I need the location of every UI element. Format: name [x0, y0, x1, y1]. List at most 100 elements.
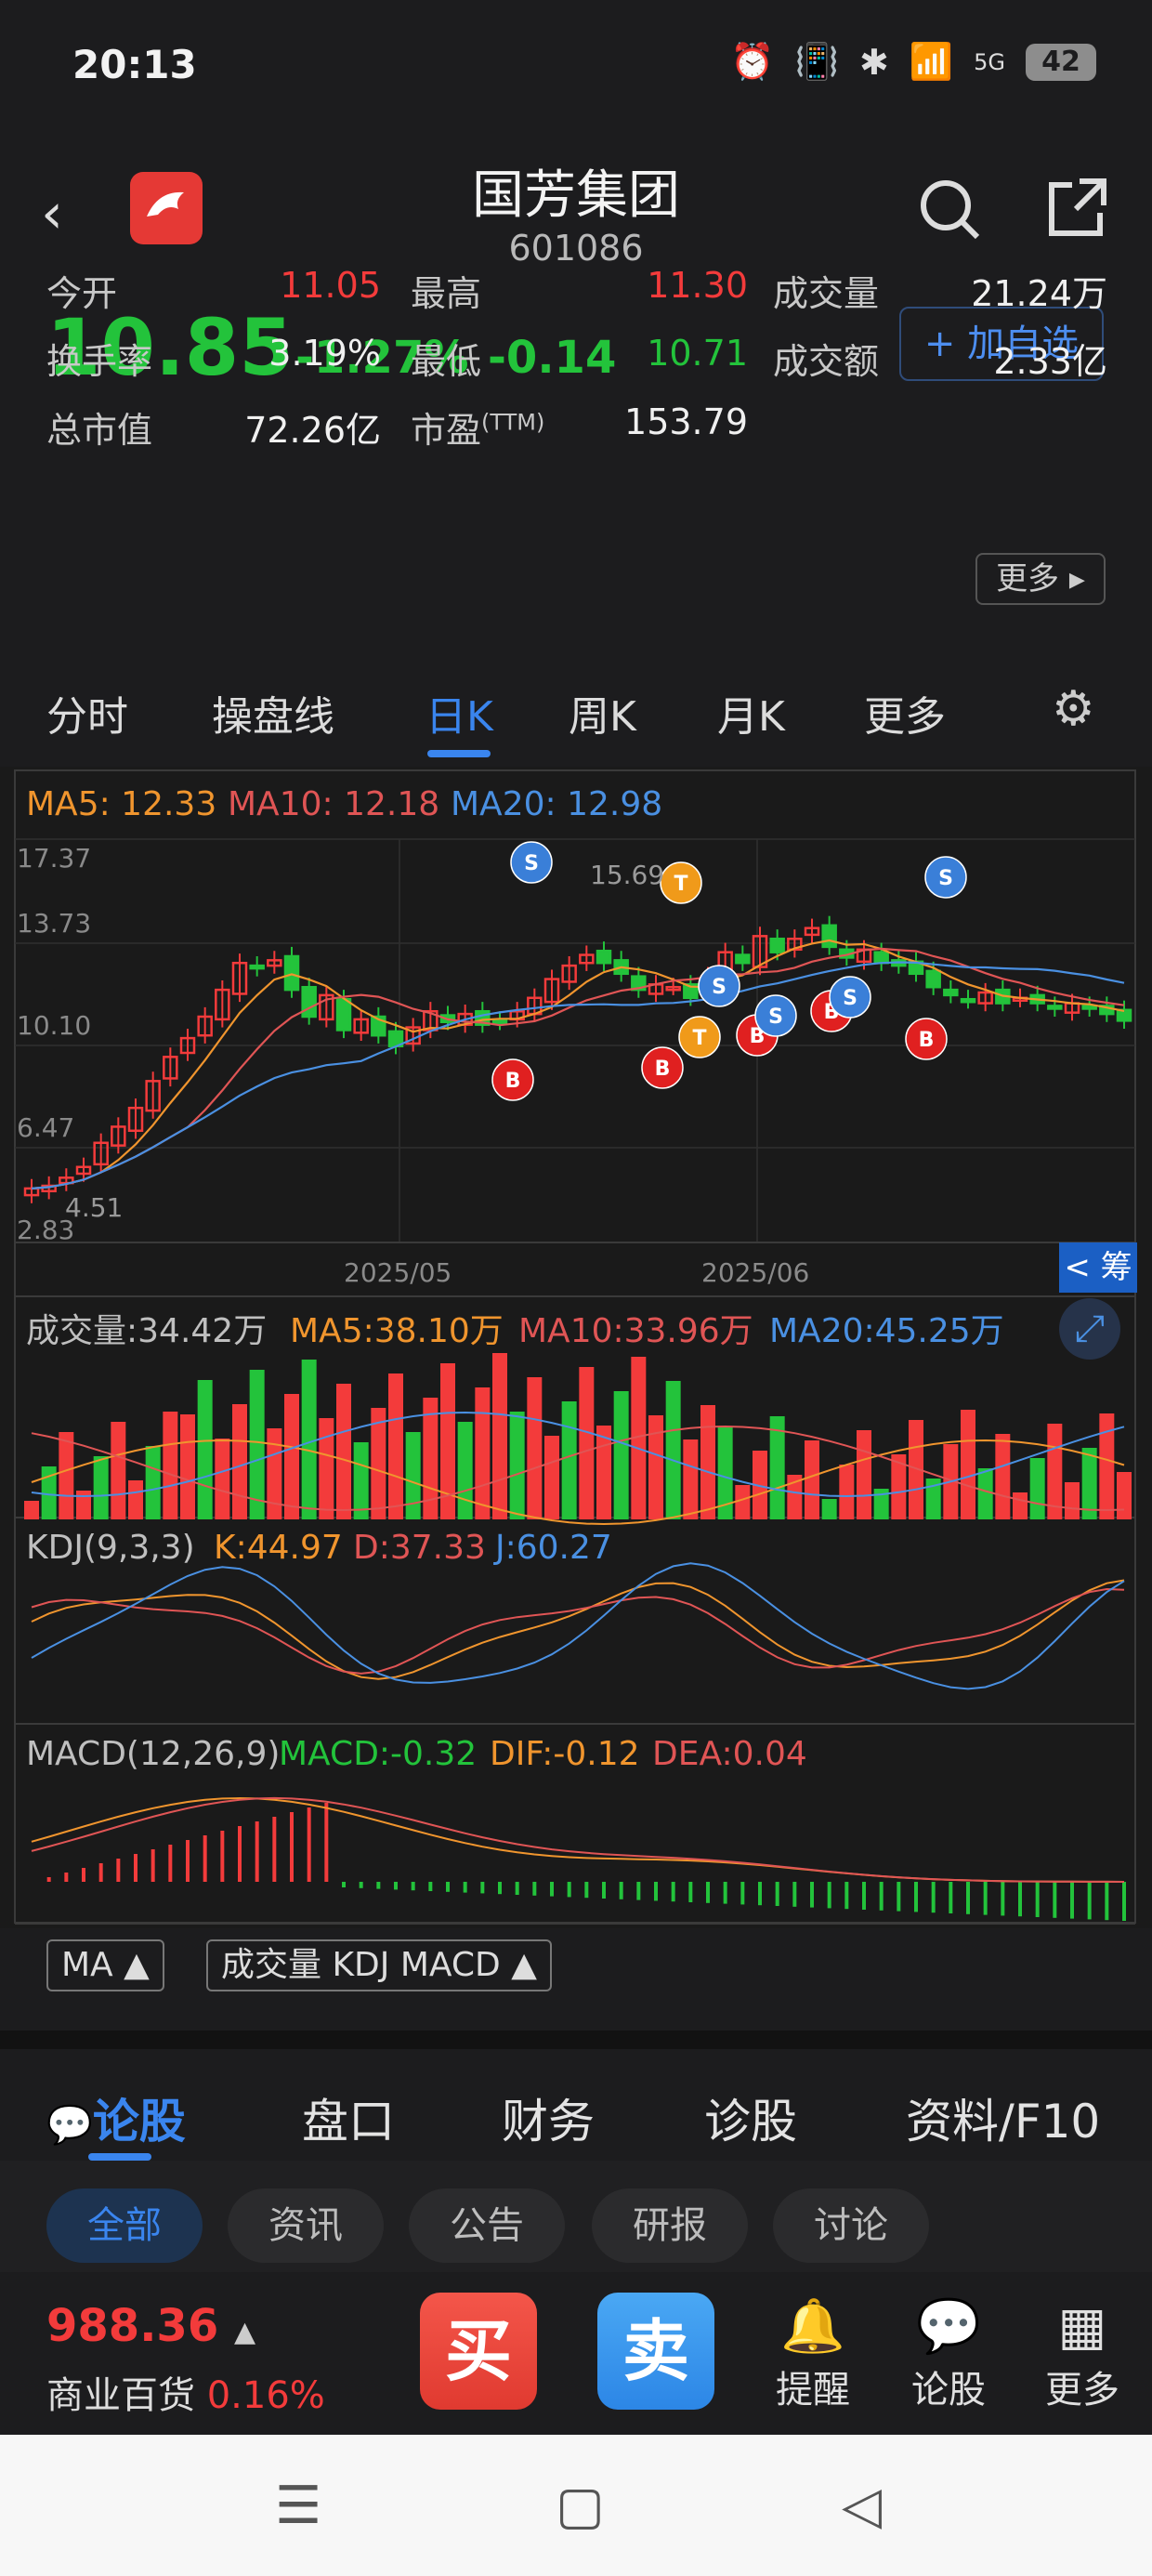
tab-finance[interactable]: 财务	[502, 2084, 595, 2151]
chart-tab-0[interactable]: 分时	[46, 683, 128, 743]
x-tick: 2025/05	[344, 1257, 452, 1288]
volume-bar	[735, 1485, 751, 1519]
volume-bar	[267, 1428, 282, 1519]
sector-name[interactable]: 商业百货 0.16%	[46, 2365, 325, 2419]
chart-tab-4[interactable]: 月K	[717, 683, 785, 743]
home-nav-icon[interactable]: ▢	[556, 2476, 605, 2536]
search-icon[interactable]	[912, 172, 987, 246]
status-bar: 20:13 ⏰ 📳 ✱ 📶 5G 42	[0, 0, 1152, 135]
chart-tab-1[interactable]: 操盘线	[212, 683, 334, 743]
volume-bar	[388, 1373, 403, 1519]
more-label: 更多	[1045, 2369, 1119, 2412]
sell-button[interactable]: 卖	[597, 2293, 714, 2410]
volume-bar	[301, 1360, 317, 1519]
stat-value: 11.05	[280, 265, 381, 306]
ma-indicator-selector[interactable]: MA ▲	[46, 1939, 164, 1991]
network-label: 5G	[974, 48, 1005, 75]
volume-bar	[995, 1434, 1011, 1519]
volume-bar	[805, 1440, 819, 1519]
share-icon[interactable]	[1039, 172, 1113, 246]
candle-body	[335, 997, 352, 1032]
filter-announcement[interactable]: 公告	[409, 2188, 565, 2263]
settings-icon[interactable]: ⚙	[1052, 681, 1095, 737]
active-tab-indicator	[427, 750, 491, 757]
chart-tab-5[interactable]: 更多	[864, 683, 946, 743]
volume-bar	[665, 1381, 681, 1519]
chart-tab-2[interactable]: 日K	[425, 683, 493, 743]
high-annotation: 15.69	[590, 860, 665, 890]
tab-discuss-label: 论股	[92, 2095, 186, 2149]
volume-bar	[405, 1432, 421, 1519]
news-filters: 全部 资讯 公告 研报 讨论	[0, 2161, 1152, 2272]
discuss-button[interactable]: 💬 论股	[888, 2294, 1009, 2413]
info-tabs: 💬论股 盘口 财务 诊股 资料/F10	[0, 2031, 1152, 2161]
volume-bar	[284, 1394, 299, 1519]
volume-bar	[111, 1422, 126, 1519]
volume-legend: 成交量:34.42万	[26, 1312, 268, 1350]
ma10-legend: MA10: 12.18	[228, 785, 440, 823]
kdj-line	[31, 1562, 1125, 1690]
chip-distribution-button[interactable]: < 筹	[1059, 1242, 1137, 1293]
x-tick: 2025/06	[701, 1257, 810, 1288]
sector-change-pct: 0.16%	[206, 2374, 325, 2417]
stat-label-wrap: 市盈(TTM)	[411, 401, 544, 453]
bluetooth-icon: ✱	[858, 41, 889, 83]
stat-label: 市盈	[411, 410, 482, 451]
buy-button[interactable]: 买	[420, 2293, 537, 2410]
sector-index-value[interactable]: 988.36 ▲	[46, 2300, 255, 2352]
trade-marker-label: S	[843, 987, 857, 1010]
volume-bar	[76, 1491, 91, 1519]
trade-marker-label: S	[938, 867, 953, 890]
stat-label: 最低	[411, 341, 482, 382]
volume-bar	[145, 1446, 161, 1519]
ma-line	[31, 947, 1125, 1189]
candle-body	[596, 949, 612, 965]
ma20-legend: MA20: 12.98	[451, 785, 663, 823]
remind-button[interactable]: 🔔 提醒	[753, 2294, 873, 2413]
tab-order-book[interactable]: 盘口	[302, 2084, 395, 2151]
stat-label: 最高	[411, 273, 482, 314]
volume-bar	[163, 1412, 178, 1519]
more-stats-button[interactable]: 更多 ▸	[975, 553, 1106, 605]
filter-research[interactable]: 研报	[592, 2188, 748, 2263]
sector-index-number: 988.36	[46, 2300, 219, 2352]
volume-bar	[700, 1405, 715, 1519]
chart-tab-3[interactable]: 周K	[569, 683, 636, 743]
volume-bar	[180, 1414, 195, 1519]
candle-body	[491, 1019, 508, 1025]
sub-indicator-selector[interactable]: 成交量 KDJ MACD ▲	[206, 1939, 552, 1991]
volume-bar	[1117, 1472, 1132, 1519]
tab-diagnosis[interactable]: 诊股	[704, 2084, 797, 2151]
back-nav-icon[interactable]: ◁	[842, 2476, 882, 2536]
trade-marker-label: B	[505, 1070, 521, 1093]
macd-line	[31, 1796, 1125, 1883]
volume-bar	[977, 1468, 993, 1519]
filter-discussion[interactable]: 讨论	[773, 2188, 929, 2263]
tab-discuss[interactable]: 💬论股	[46, 2084, 186, 2151]
discuss-label: 论股	[911, 2369, 986, 2412]
volume-bar	[353, 1442, 369, 1519]
candle-body	[769, 937, 785, 953]
volume-bar	[1013, 1492, 1028, 1519]
chat-icon: 💬	[916, 2296, 981, 2357]
filter-all[interactable]: 全部	[46, 2188, 203, 2263]
trade-marker-label: S	[712, 976, 727, 999]
volume-bar	[93, 1456, 109, 1519]
stat-label-sup: (TTM)	[481, 409, 545, 436]
stat-value: 10.71	[647, 333, 748, 374]
chart-indicator-controls: MA ▲ 成交量 KDJ MACD ▲	[0, 1928, 1152, 2031]
filter-news[interactable]: 资讯	[228, 2188, 384, 2263]
candle-body	[1116, 1008, 1132, 1022]
volume-bar	[249, 1370, 265, 1519]
volume-bar	[839, 1465, 855, 1519]
tab-profile-f10[interactable]: 资料/F10	[906, 2084, 1100, 2151]
more-menu-button[interactable]: ▦ 更多	[1022, 2294, 1143, 2413]
expand-icon[interactable]: ⤢	[1059, 1298, 1120, 1360]
menu-nav-icon[interactable]: ☰	[275, 2476, 321, 2536]
stat-label: 成交额	[773, 341, 880, 382]
kline-chart[interactable]: STSBBTBSBSBS MA5: 12.33 MA10: 12.18 MA20…	[0, 767, 1152, 1928]
ma5-legend: MA5: 12.33	[26, 785, 217, 823]
volume-bar	[59, 1432, 74, 1519]
macd-dea-legend: DEA:0.04	[652, 1735, 807, 1773]
trade-marker-label: S	[524, 852, 539, 875]
